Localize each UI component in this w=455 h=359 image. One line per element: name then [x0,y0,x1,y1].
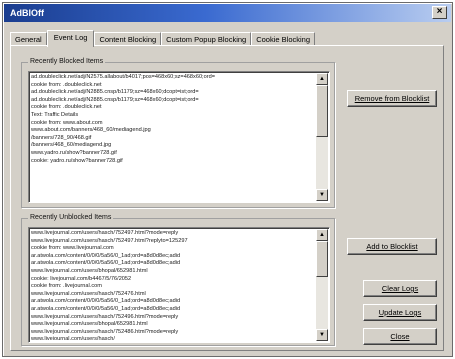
tab-custom-popup-blocking[interactable]: Custom Popup Blocking [161,32,252,46]
list-item[interactable]: /banners/728_90/468.gif [31,135,315,143]
list-item[interactable]: www.livejournal.com/users/hasch/752476.h… [31,291,315,299]
tab-content-blocking[interactable]: Content Blocking [94,32,162,46]
tab-general[interactable]: General [10,32,47,46]
scroll-down-icon[interactable]: ▼ [316,189,328,201]
unblocked-items-list[interactable]: www.livejournal.com/users/hasch/752497.h… [28,227,330,343]
add-to-blocklist-button[interactable]: Add to Blocklist [347,238,437,255]
event-log-panel: Recently Blocked Items ad.doubleclick.ne… [10,45,444,351]
list-item[interactable]: cookie from: www.about.com [31,120,315,128]
list-item[interactable]: cookie: yadro.ru/show?banner728.gif [31,158,315,166]
list-item[interactable]: www.livejournal.com/users/hasch/752497.h… [31,230,315,238]
unblocked-items-rows: www.livejournal.com/users/hasch/752497.h… [31,230,315,340]
tab-event-log[interactable]: Event Log [46,30,95,47]
list-item[interactable]: ar.atwola.com/content/0/0/0/5a56/0_1ad;o… [31,253,315,261]
clear-logs-button[interactable]: Clear Logs [363,280,437,297]
scroll-thumb[interactable] [316,85,328,137]
blocked-items-list[interactable]: ad.doubleclick.net/adj/N2575.allabout/b4… [28,71,330,203]
blocked-items-group: Recently Blocked Items ad.doubleclick.ne… [21,58,335,208]
scroll-up-icon[interactable]: ▲ [316,73,328,85]
list-item[interactable]: www.livejournal.com/users/bhopal/652981.… [31,268,315,276]
blocked-list-scrollbar[interactable]: ▲ ▼ [316,73,328,201]
adblock-window: AdBlOff × General Event Log Content Bloc… [2,2,453,357]
list-item[interactable]: cookie from: .doubleclick.net [31,104,315,112]
remove-from-blocklist-button[interactable]: Remove from Blocklist [347,90,437,107]
update-logs-button[interactable]: Update Logs [363,304,437,321]
list-item[interactable]: ad.doubleclick.net/adj/N2575.allabout/b4… [31,74,315,82]
list-item[interactable]: /banners/468_60/mediagend.jpg [31,142,315,150]
list-item[interactable]: Text: Traffic Details [31,112,315,120]
blocked-items-label: Recently Blocked Items [28,58,106,65]
list-item[interactable]: www.livejournal.com/users/hasch/ [31,336,315,340]
scroll-thumb[interactable] [316,241,328,277]
list-item[interactable]: cookie: livejournal.com/b4467/5/76/2052 [31,276,315,284]
list-item[interactable]: cookie from: .doubleclick.net [31,82,315,90]
close-icon[interactable]: × [432,6,447,19]
list-item[interactable]: cookie from: www.livejournal.com [31,245,315,253]
unblocked-list-scrollbar[interactable]: ▲ ▼ [316,229,328,341]
list-item[interactable]: ar.atwola.com/content/0/0/0/5a56/0_1ad;o… [31,298,315,306]
window-title: AdBlOff [10,8,44,18]
scroll-down-icon[interactable]: ▼ [316,329,328,341]
list-item[interactable]: www.about.com/banners/468_60/mediagend.j… [31,127,315,135]
list-item[interactable]: www.livejournal.com/users/hasch/752496.h… [31,314,315,322]
title-bar: AdBlOff × [4,4,451,22]
unblocked-items-label: Recently Unblocked Items [28,214,114,221]
scroll-up-icon[interactable]: ▲ [316,229,328,241]
blocked-items-rows: ad.doubleclick.net/adj/N2575.allabout/b4… [31,74,315,200]
list-item[interactable]: cookie from: .livejournal.com [31,283,315,291]
list-item[interactable]: www.yadro.ru/show?banner728.gif [31,150,315,158]
list-item[interactable]: ad.doubleclick.net/adj/N2885.cnsp/b1179;… [31,89,315,97]
close-button[interactable]: Close [363,328,437,345]
list-item[interactable]: www.livejournal.com/users/hasch/752486.h… [31,329,315,337]
list-item[interactable]: ar.atwola.com/content/0/0/0/5a56/0_1ad;o… [31,306,315,314]
list-item[interactable]: www.livejournal.com/users/bhopal/652981.… [31,321,315,329]
list-item[interactable]: www.livejournal.com/users/hasch/752497.h… [31,238,315,246]
unblocked-items-group: Recently Unblocked Items www.livejournal… [21,214,335,346]
list-item[interactable]: ad.doubleclick.net/adj/N2885.cnsp/b1179;… [31,97,315,105]
list-item[interactable]: ar.atwola.com/content/0/0/0/5a56/0_1ad;o… [31,260,315,268]
tab-cookie-blocking[interactable]: Cookie Blocking [251,32,315,46]
tab-strip: General Event Log Content Blocking Custo… [10,30,315,47]
